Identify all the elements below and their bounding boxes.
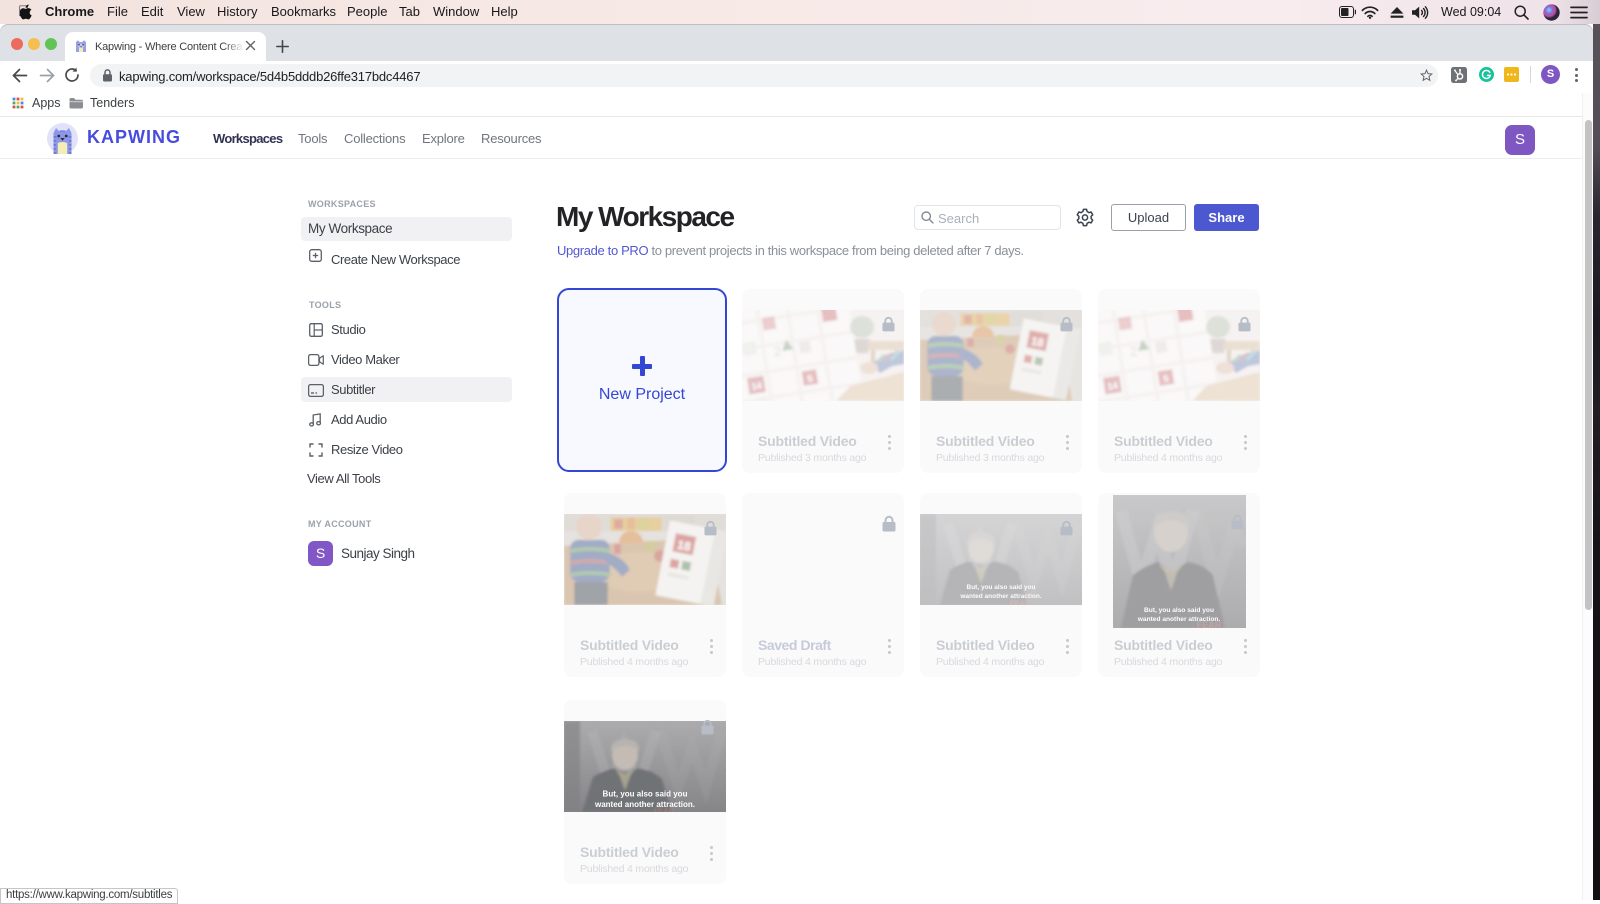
- svg-text:14: 14: [1107, 380, 1118, 391]
- svg-text:wanted another attraction.: wanted another attraction.: [594, 800, 695, 809]
- svg-text:18: 18: [1030, 335, 1044, 349]
- svg-text:But, you also said you: But, you also said you: [603, 790, 688, 799]
- svg-text:FEAR: FEAR: [1196, 620, 1221, 628]
- svg-text:14: 14: [751, 380, 762, 391]
- svg-text:FEAR: FEAR: [1010, 599, 1031, 606]
- svg-text:But, you also said you: But, you also said you: [967, 584, 1036, 591]
- svg-text:FEAR: FEAR: [654, 806, 675, 813]
- svg-text:But, you also said you: But, you also said you: [1144, 607, 1214, 614]
